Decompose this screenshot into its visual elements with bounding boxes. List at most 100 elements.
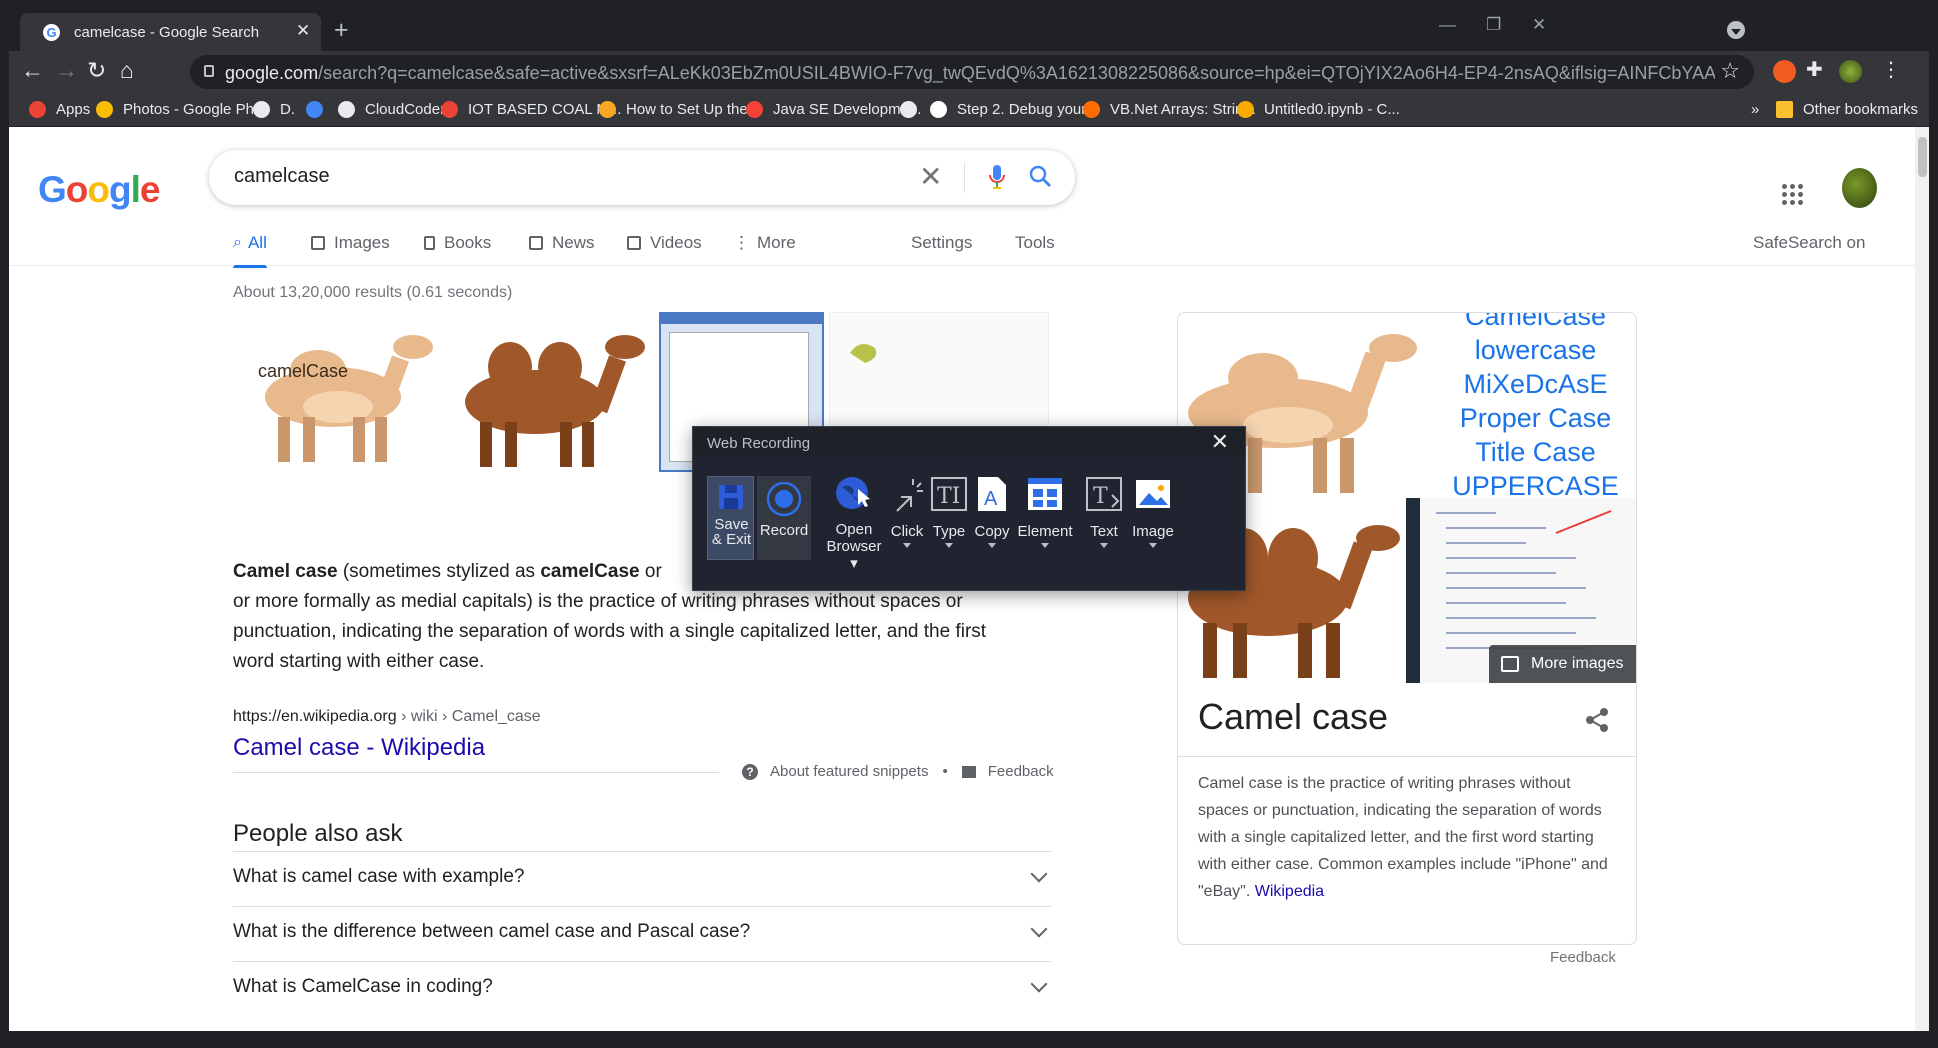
bookmark-item[interactable]: VB.Net Arrays: Strin... (1083, 101, 1256, 118)
bookmark-item[interactable]: IOT BASED COAL M... (441, 101, 621, 118)
google-photos-icon (96, 101, 113, 118)
click-button[interactable]: Click (887, 475, 927, 548)
microphone-icon[interactable] (988, 164, 1006, 190)
result-citation: https://en.wikipedia.org › wiki › Camel_… (233, 708, 541, 725)
address-bar[interactable]: google.com/search?q=camelcase&safe=activ… (190, 55, 1754, 89)
url-text: google.com/search?q=camelcase&safe=activ… (225, 63, 1715, 83)
bookmark-item[interactable]: Java SE Developme... (746, 101, 921, 118)
maximize-icon[interactable]: ❐ (1486, 15, 1501, 35)
google-logo[interactable]: Google (38, 169, 160, 211)
share-icon[interactable] (1584, 707, 1610, 733)
tab-images[interactable]: Images (311, 233, 390, 253)
close-window-icon[interactable]: ✕ (1532, 15, 1546, 35)
forward-icon[interactable]: → (55, 57, 78, 84)
search-box[interactable]: camelcase ✕ (209, 150, 1075, 205)
globe-icon (253, 101, 270, 118)
element-button[interactable]: Element (1015, 475, 1075, 548)
web-recording-panel: Web Recording ✕ Save & Exit Record Open Br… (692, 426, 1246, 591)
copy-icon: A (978, 477, 1006, 511)
people-also-ask-title: People also ask (233, 820, 403, 847)
knowledge-panel: CamelCase lowercase MiXeDcAsE Proper Cas… (1177, 312, 1637, 945)
page-scrollbar[interactable] (1915, 127, 1929, 1040)
puzzle-extensions-icon[interactable]: ✚ (1806, 57, 1829, 81)
svg-text:A: A (984, 488, 998, 510)
paa-question[interactable]: What is camel case with example? (233, 851, 1051, 906)
web-recording-header[interactable]: Web Recording ✕ (693, 427, 1245, 457)
bookmark-item[interactable]: Apps (29, 101, 90, 118)
tab-more[interactable]: ⋮ More (733, 233, 796, 253)
paa-question[interactable]: What is CamelCase in coding? (233, 961, 1051, 1016)
record-button[interactable]: Record (757, 476, 811, 560)
open-browser-button[interactable]: Open Browser ▾ (825, 475, 883, 572)
news-icon (529, 236, 543, 250)
tab-search-icon[interactable] (1727, 21, 1745, 39)
kp-divider (1178, 756, 1636, 757)
result-link-wikipedia[interactable]: Camel case - Wikipedia (233, 734, 485, 762)
bookmark-item[interactable]: Untitled0.ipynb - C... (1237, 101, 1400, 118)
bookmark-item[interactable]: D. (253, 101, 295, 118)
jetbrains-icon (930, 101, 947, 118)
bookmark-item[interactable] (306, 101, 333, 118)
new-tab-icon[interactable]: + (334, 16, 349, 45)
lock-icon (204, 65, 214, 77)
google-apps-icon[interactable] (1782, 184, 1804, 206)
other-bookmarks[interactable]: Other bookmarks (1776, 101, 1918, 118)
home-icon[interactable]: ⌂ (120, 57, 134, 84)
bookmark-item[interactable]: Photos - Google Ph... (96, 101, 266, 118)
clear-search-icon[interactable]: ✕ (919, 160, 942, 193)
kp-title: Camel case (1198, 696, 1389, 737)
open-browser-icon (836, 477, 870, 509)
camel-image-1[interactable]: camelCase (233, 312, 446, 472)
more-images-button[interactable]: More images (1489, 645, 1636, 683)
snippet-divider (233, 772, 719, 773)
bookmark-item[interactable]: How to Set Up the... (599, 101, 760, 118)
gmail-icon (441, 101, 458, 118)
reload-icon[interactable]: ↻ (87, 57, 106, 84)
text-button[interactable]: T Text (1084, 475, 1124, 548)
image-icon (311, 236, 325, 250)
safesearch-status[interactable]: SafeSearch on (1753, 233, 1865, 253)
code-gutter (1406, 498, 1420, 683)
browser-tab[interactable]: G camelcase - Google Search ✕ (20, 13, 321, 51)
colab-icon (1237, 101, 1254, 118)
video-icon (627, 236, 641, 250)
feedback-link[interactable]: Feedback (988, 763, 1054, 780)
copy-button[interactable]: A Copy (972, 475, 1012, 548)
minimize-icon[interactable]: — (1439, 15, 1456, 35)
bookmarks-bar: » Other bookmarks Apps Photos - Google Ph… (9, 93, 1929, 127)
close-icon[interactable]: ✕ (1211, 429, 1229, 455)
kp-case-examples-image[interactable]: CamelCase lowercase MiXeDcAsE Proper Cas… (1433, 313, 1636, 501)
scrollbar-thumb[interactable] (1918, 137, 1927, 177)
svg-text:TI: TI (937, 484, 960, 509)
camel-image-2[interactable] (450, 312, 655, 472)
profile-avatar-icon[interactable] (1839, 60, 1862, 83)
save-exit-button[interactable]: Save & Exit (707, 476, 754, 560)
tab-books[interactable]: Books (424, 233, 491, 253)
bookmark-item[interactable] (900, 101, 927, 118)
image-button[interactable]: Image (1125, 475, 1181, 548)
search-input[interactable]: camelcase (234, 165, 330, 188)
tab-news[interactable]: News (529, 233, 595, 253)
menu-kebab-icon[interactable]: ⋮ (1881, 57, 1901, 82)
account-avatar[interactable] (1842, 168, 1877, 208)
kp-feedback-link[interactable]: Feedback (1550, 949, 1616, 966)
type-button[interactable]: TI Type (929, 475, 969, 548)
bookmark-item[interactable]: CloudCoder (338, 101, 445, 118)
tab-settings[interactable]: Settings (911, 233, 972, 253)
bookmark-item[interactable]: Step 2. Debug your... (930, 101, 1098, 118)
browser-toolbar: ← → ↻ ⌂ google.com/search?q=camelcase&sa… (9, 51, 1929, 93)
tab-all[interactable]: ⌕ All (233, 233, 267, 268)
paa-question[interactable]: What is the difference between camel cas… (233, 906, 1051, 961)
window-titlebar (661, 314, 822, 324)
tab-tools[interactable]: Tools (1015, 233, 1055, 253)
extension-icon[interactable] (1773, 60, 1796, 83)
tab-videos[interactable]: Videos (627, 233, 702, 253)
bookmark-star-icon[interactable]: ☆ (1720, 58, 1740, 84)
bookmarks-overflow[interactable]: » (1751, 101, 1759, 118)
kp-source-link[interactable]: Wikipedia (1255, 883, 1324, 900)
search-icon[interactable] (1029, 165, 1053, 189)
back-icon[interactable]: ← (21, 57, 44, 84)
about-featured-snippets-link[interactable]: About featured snippets (770, 763, 928, 780)
close-tab-icon[interactable]: ✕ (296, 21, 310, 41)
save-exit-label: Save & Exit (711, 516, 752, 548)
